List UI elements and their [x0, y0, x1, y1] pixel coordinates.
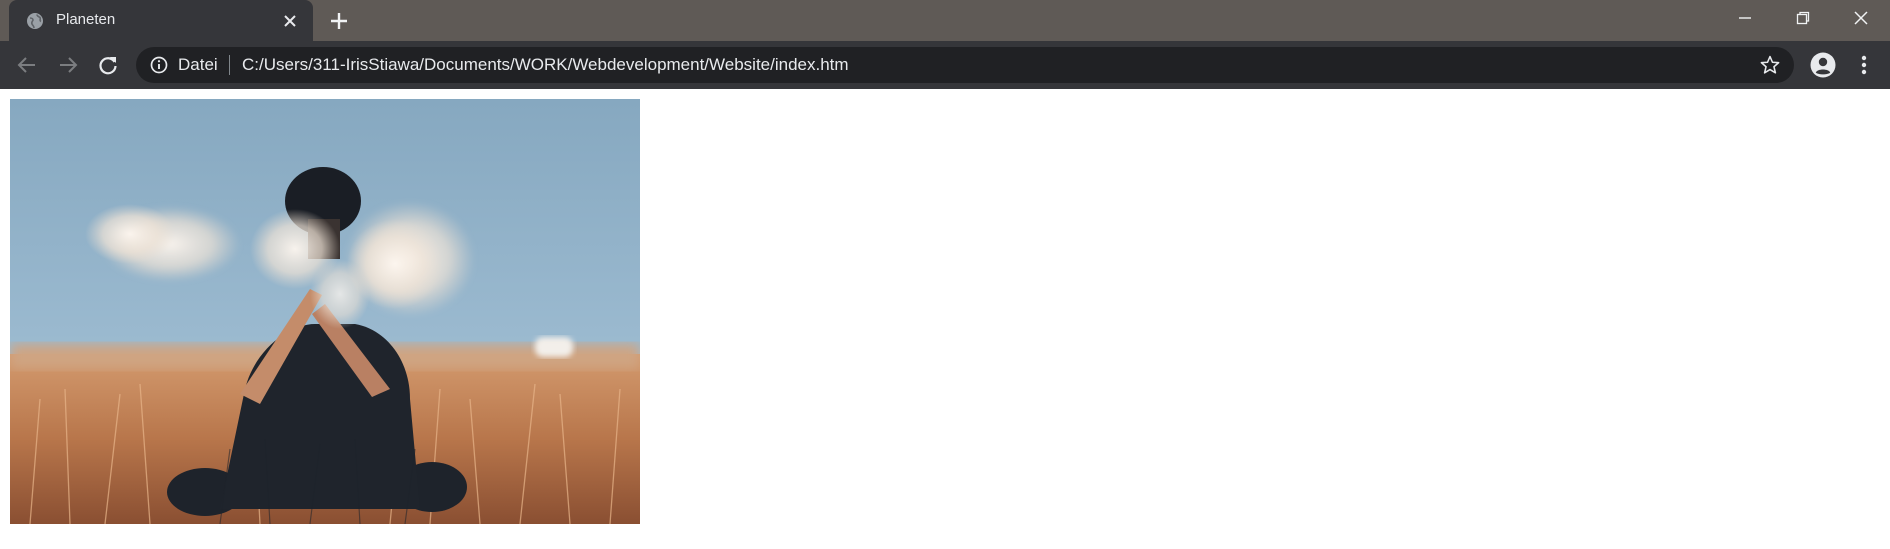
page-content — [0, 89, 1890, 549]
restore-icon — [1796, 11, 1810, 25]
new-tab-plus-icon[interactable] — [327, 9, 351, 33]
globe-icon — [27, 13, 43, 29]
title-bar: Planeten — [0, 0, 1890, 42]
arrow-right-icon — [60, 57, 78, 73]
restore-button[interactable] — [1775, 0, 1831, 36]
address-bar[interactable]: Datei C:/Users/311-IrisStiawa/Documents/… — [136, 47, 1794, 83]
account-circle-icon[interactable] — [1809, 51, 1837, 79]
browser-toolbar: Datei C:/Users/311-IrisStiawa/Documents/… — [0, 41, 1890, 89]
close-icon — [1854, 11, 1868, 25]
browser-tab[interactable]: Planeten — [9, 0, 313, 42]
url-text[interactable]: C:/Users/311-IrisStiawa/Documents/WORK/W… — [242, 55, 849, 75]
address-separator — [229, 55, 230, 75]
more-vert-icon[interactable] — [1852, 51, 1876, 79]
star-icon[interactable] — [1759, 54, 1781, 76]
forward-button[interactable] — [56, 53, 80, 77]
reload-icon — [99, 57, 117, 75]
close-window-button[interactable] — [1833, 0, 1889, 36]
scheme-label: Datei — [178, 55, 218, 74]
tab-title: Planeten — [56, 11, 116, 28]
reload-button[interactable] — [96, 53, 120, 77]
minimize-button[interactable] — [1717, 0, 1773, 36]
arrow-left-icon — [17, 57, 35, 73]
close-tab-icon[interactable] — [281, 12, 299, 30]
hero-image — [10, 99, 640, 524]
back-button[interactable] — [15, 53, 39, 77]
minimize-icon — [1739, 17, 1751, 19]
info-icon[interactable] — [150, 56, 168, 74]
